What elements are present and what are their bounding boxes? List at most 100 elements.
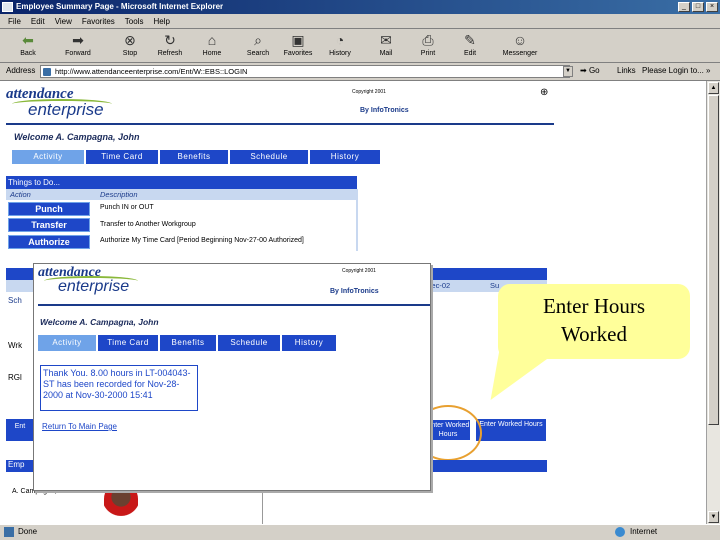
ie-icon (2, 2, 13, 12)
panel-edge (356, 189, 358, 251)
back-button[interactable]: ⬅ Back (6, 32, 50, 57)
edit-button[interactable]: ✎ Edit (448, 32, 492, 57)
forward-button[interactable]: ➡ Forward (56, 32, 100, 57)
confirmation-message: Thank You. 8.00 hours in LT-004043-ST ha… (40, 365, 198, 411)
page-icon (43, 68, 51, 76)
refresh-icon: ↻ (164, 32, 176, 48)
home-icon: ⌂ (207, 32, 217, 48)
things-to-do-header: Things to Do... (6, 176, 357, 189)
popup-tabs: Activity Time Card Benefits Schedule His… (38, 335, 336, 351)
print-button[interactable]: ⎙ Print (406, 32, 450, 57)
status-text: Done (18, 527, 38, 536)
window-title: Employee Summary Page - Microsoft Intern… (16, 2, 224, 11)
logo-swoosh (12, 99, 112, 109)
window-title-bar: Employee Summary Page - Microsoft Intern… (0, 0, 720, 14)
status-zone: Internet (630, 527, 658, 536)
print-icon: ⎙ (422, 32, 434, 48)
col-action: Action (10, 190, 31, 199)
links-label[interactable]: Links (617, 66, 636, 75)
punch-description: Punch IN or OUT (100, 204, 154, 211)
confirmation-popup: attendance enterprise Copyright 2001 By … (33, 263, 431, 491)
enter-button-left[interactable]: Ent (6, 419, 34, 441)
col-sun: Su (490, 281, 500, 290)
header-divider (6, 123, 554, 125)
address-bar: Address http://www.attendanceenterprise.… (0, 63, 720, 81)
status-bar: Done Internet (0, 524, 720, 540)
maximize-button[interactable]: □ (692, 2, 704, 12)
tab-history[interactable]: History (310, 150, 380, 164)
popup-logo-swoosh (44, 276, 138, 286)
popup-by-infotronics: By InfoTronics (330, 288, 379, 295)
popup-tab-time-card[interactable]: Time Card (98, 335, 158, 351)
home-button[interactable]: ⌂ Home (190, 32, 234, 57)
menu-bar: File Edit View Favorites Tools Help (0, 14, 720, 29)
row-wrk: Wrk (8, 341, 23, 350)
menu-favorites[interactable]: Favorites (82, 17, 115, 26)
stop-button[interactable]: ⊗ Stop (108, 32, 152, 57)
page-corner-icon: ⊕ (540, 87, 549, 98)
refresh-button[interactable]: ↻ Refresh (148, 32, 192, 57)
authorize-description: Authorize My Time Card [Period Beginning… (100, 237, 304, 244)
callout-line-1: Enter Hours (542, 294, 646, 318)
back-arrow-icon: ⬅ (22, 32, 34, 48)
search-icon: ⌕ (254, 32, 262, 48)
popup-tab-activity[interactable]: Activity (38, 335, 96, 351)
scroll-down-arrow[interactable]: ▼ (708, 511, 719, 523)
menu-view[interactable]: View (55, 17, 72, 26)
favorites-icon: ▣ (291, 32, 305, 48)
mail-button[interactable]: ✉ Mail (364, 32, 408, 57)
messenger-button[interactable]: ☺ Messenger (498, 32, 542, 57)
scroll-up-arrow[interactable]: ▲ (708, 82, 719, 94)
transfer-button[interactable]: Transfer (8, 218, 90, 232)
popup-tab-schedule[interactable]: Schedule (218, 335, 280, 351)
punch-button[interactable]: Punch (8, 202, 90, 216)
tab-time-card[interactable]: Time Card (86, 150, 158, 164)
edit-icon: ✎ (464, 32, 476, 48)
menu-help[interactable]: Help (153, 17, 169, 26)
close-button[interactable]: × (706, 2, 718, 12)
messenger-icon: ☺ (512, 32, 528, 48)
authorize-button[interactable]: Authorize (8, 235, 90, 249)
popup-copyright: Copyright 2001 (342, 268, 376, 274)
login-link[interactable]: Please Login to... » (642, 66, 711, 75)
return-to-main-link[interactable]: Return To Main Page (42, 422, 117, 431)
vertical-scrollbar[interactable]: ▲ ▼ (706, 81, 720, 524)
status-page-icon (4, 527, 14, 537)
menu-tools[interactable]: Tools (125, 17, 144, 26)
popup-header-divider (38, 304, 430, 306)
window-controls: _ □ × (678, 2, 718, 12)
favorites-button[interactable]: ▣ Favorites (276, 32, 320, 57)
menu-file[interactable]: File (8, 17, 21, 26)
tab-schedule[interactable]: Schedule (230, 150, 308, 164)
menu-edit[interactable]: Edit (31, 17, 45, 26)
tab-activity[interactable]: Activity (12, 150, 84, 164)
popup-tab-history[interactable]: History (282, 335, 336, 351)
browser-toolbar: ⬅ Back ➡ Forward ⊗ Stop ↻ Refresh ⌂ Home ⌕ Sea… (0, 29, 720, 63)
row-sch: Sch (8, 296, 22, 305)
popup-tab-benefits[interactable]: Benefits (160, 335, 216, 351)
address-label: Address (6, 66, 36, 75)
action-column-headers: Action Description (6, 189, 357, 200)
callout-line-2: Worked (561, 322, 627, 346)
copyright: Copyright 2001 (352, 89, 386, 95)
tab-benefits[interactable]: Benefits (160, 150, 228, 164)
minimize-button[interactable]: _ (678, 2, 690, 12)
search-button[interactable]: ⌕ Search (236, 32, 280, 57)
history-icon: ◔ (335, 32, 345, 48)
mail-icon: ✉ (380, 32, 392, 48)
transfer-description: Transfer to Another Workgroup (100, 221, 196, 228)
internet-zone-icon (615, 527, 625, 537)
stop-icon: ⊗ (124, 32, 136, 48)
address-input[interactable]: http://www.attendanceenterprise.com/Ent/… (40, 65, 570, 78)
welcome-text: Welcome A. Campagna, John (14, 132, 140, 142)
enter-worked-hours-button-2[interactable]: Enter Worked Hours (476, 419, 546, 441)
history-button[interactable]: ◔ History (318, 32, 362, 57)
popup-welcome-text: Welcome A. Campagna, John (40, 317, 159, 327)
by-infotronics: By InfoTronics (360, 107, 409, 114)
go-button[interactable]: ➡ Go (580, 66, 600, 75)
col-description: Description (100, 190, 138, 199)
forward-arrow-icon: ➡ (72, 32, 84, 48)
scroll-thumb[interactable] (708, 95, 719, 425)
row-rgl: RGl (8, 373, 22, 382)
address-dropdown[interactable]: ▼ (563, 66, 573, 77)
